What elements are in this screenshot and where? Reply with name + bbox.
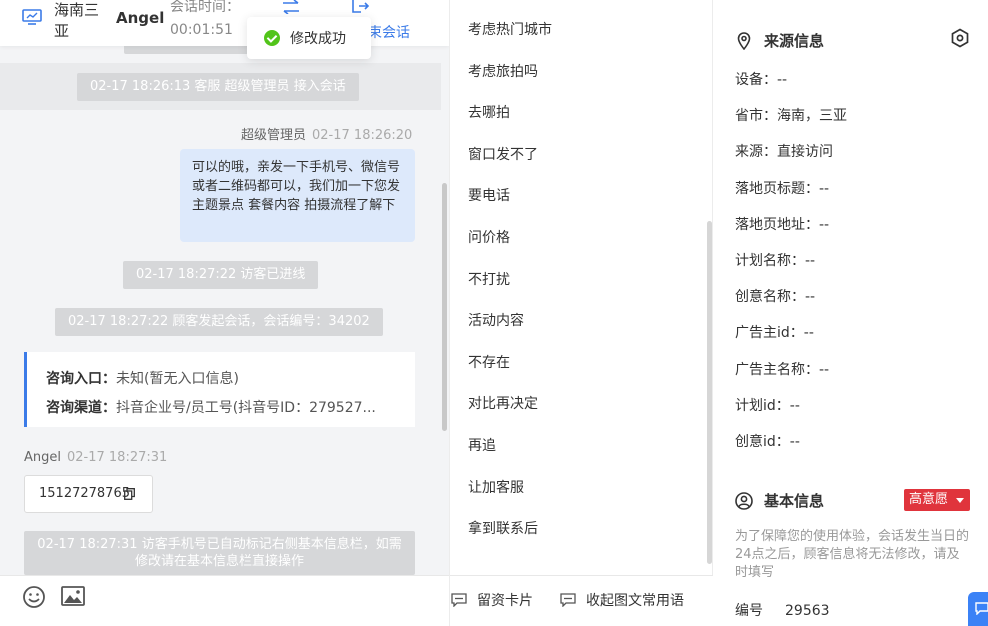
quick-reply-item[interactable]: 再追: [450, 426, 710, 468]
toast-text: 修改成功: [290, 31, 346, 47]
source-field-device: 设备：--: [735, 72, 788, 88]
source-field-advertiser-name: 广告主名称：--: [735, 361, 830, 378]
consult-entry-key: 咨询入口：: [46, 371, 116, 387]
agent-message-bubble: 可以的哦，亲发一下手机号、微信号或者二维码都可以，我们加一下您发主题景点 套餐内…: [180, 149, 415, 242]
basic-info-note: 为了保障您的使用体验，会话发生当日的24点之后，顾客信息将无法修改，请及时填写: [735, 529, 970, 580]
consult-channel-key: 咨询渠道：: [46, 400, 116, 416]
agent-name: 超级管理员: [241, 128, 307, 143]
lead-card-button[interactable]: 留资卡片: [451, 590, 533, 610]
floating-message-button[interactable]: [968, 592, 988, 626]
system-message: 02-17 18:26:13 客服 超级管理员 接入会话: [77, 73, 359, 101]
transfer-icon[interactable]: [281, 0, 301, 14]
customer-id-value: 29563: [785, 603, 830, 619]
source-field-landing-title: 落地页标题：--: [735, 180, 830, 197]
user-circle-icon: [735, 491, 753, 510]
check-circle-icon: [264, 30, 280, 46]
message-icon: [975, 602, 988, 615]
emoji-icon[interactable]: [22, 585, 46, 609]
visitor-phone-message: 15127278765: [24, 475, 153, 513]
lead-card-label: 留资卡片: [477, 593, 533, 609]
system-message: 02-17 18:27:31 访客手机号已自动标记右侧基本信息栏，如需修改请在基…: [24, 531, 415, 575]
end-session-button[interactable]: 束会话: [368, 22, 410, 42]
quick-reply-item[interactable]: 不打扰: [450, 260, 710, 302]
visitor-phone-number: 15127278765: [39, 486, 130, 501]
collapse-phrases-label: 收起图文常用语: [586, 593, 684, 609]
source-field-region: 省市：海南，三亚: [735, 108, 847, 125]
source-field-plan-name: 计划名称：--: [735, 252, 816, 269]
consult-entry-row: 咨询入口：未知(暂无入口信息): [46, 365, 396, 394]
system-message: 02-17 18:27:22 访客已进线: [123, 261, 319, 289]
settings-hex-icon[interactable]: [950, 28, 970, 48]
intent-level-dropdown[interactable]: 高意愿: [904, 489, 970, 511]
chat-pane: 海南三亚 Angel 会话时间： 00:01:51 束会话 02-17 18:2…: [0, 0, 449, 626]
source-info-title: 来源信息: [735, 30, 824, 51]
quick-reply-item[interactable]: 拿到联系后: [450, 509, 710, 551]
chat-header: 海南三亚 Angel 会话时间： 00:01:51 束会话: [0, 0, 449, 46]
source-field-creative-id: 创意id：--: [735, 433, 800, 450]
consult-channel-value: 抖音企业号/员工号(抖音号ID：279527...: [116, 400, 376, 416]
chat-toolbar: [0, 575, 449, 626]
agent-message-time: 02-17 18:26:20: [312, 128, 413, 143]
visitor-name: Angel: [116, 9, 165, 27]
source-field-landing-url: 落地页地址：--: [735, 216, 830, 233]
customer-info-pane: 来源信息 设备：-- 省市：海南，三亚 来源：直接访问 落地页标题：-- 落地页…: [713, 0, 988, 626]
quick-reply-item[interactable]: 活动内容: [450, 301, 710, 343]
agent-message-meta: 超级管理员 02-17 18:26:20: [241, 124, 412, 143]
chat-card-icon: [560, 593, 576, 607]
source-field-advertiser-id: 广告主id：--: [735, 325, 814, 342]
source-field-creative-name: 创意名称：--: [735, 289, 816, 306]
customer-id-label: 编号: [735, 603, 763, 619]
end-session-icon[interactable]: [352, 0, 370, 14]
source-info-title-text: 来源信息: [764, 32, 825, 50]
quick-reply-item[interactable]: 要电话: [450, 176, 710, 218]
chat-card-icon: [451, 593, 467, 607]
basic-info-title: 基本信息: [735, 490, 824, 511]
visitor-message-time: 02-17 18:27:31: [67, 450, 168, 465]
consult-info-card: 咨询入口：未知(暂无入口信息) 咨询渠道：抖音企业号/员工号(抖音号ID：279…: [24, 352, 415, 427]
quick-reply-list: 考虑热门城市 考虑旅拍吗 去哪拍 窗口发不了 要电话 问价格 不打扰 活动内容 …: [450, 10, 710, 551]
source-field-origin: 来源：直接访问: [735, 144, 833, 161]
visitor-message-name: Angel: [24, 450, 61, 465]
quick-reply-item[interactable]: 窗口发不了: [450, 135, 710, 177]
quick-reply-pane: 考虑热门城市 考虑旅拍吗 去哪拍 窗口发不了 要电话 问价格 不打扰 活动内容 …: [449, 0, 713, 626]
monitor-icon: [22, 9, 42, 25]
quick-reply-item[interactable]: 让加客服: [450, 468, 710, 510]
chat-scrollbar[interactable]: [442, 183, 447, 431]
session-time-value: 00:01:51: [170, 22, 233, 38]
consult-channel-row: 咨询渠道：抖音企业号/员工号(抖音号ID：279527...: [46, 394, 396, 423]
consult-entry-value: 未知(暂无入口信息): [116, 371, 239, 387]
quick-reply-item[interactable]: 问价格: [450, 218, 710, 260]
quick-reply-item[interactable]: 考虑热门城市: [450, 10, 710, 52]
image-icon[interactable]: [61, 586, 85, 606]
basic-info-title-text: 基本信息: [764, 492, 825, 510]
quick-reply-scrollbar[interactable]: [707, 221, 712, 564]
quick-reply-item[interactable]: 考虑旅拍吗: [450, 52, 710, 94]
visitor-message-meta: Angel 02-17 18:27:31: [24, 450, 167, 465]
quick-reply-item[interactable]: 对比再决定: [450, 384, 710, 426]
copy-icon[interactable]: [124, 488, 135, 500]
quick-reply-item[interactable]: 不存在: [450, 343, 710, 385]
quick-reply-item[interactable]: 去哪拍: [450, 93, 710, 135]
session-time-label: 会话时间：: [170, 0, 240, 15]
visitor-location: 海南三亚: [54, 1, 100, 40]
system-message: 02-17 18:27:22 顾客发起会话，会话编号：34202: [55, 308, 383, 336]
source-field-plan-id: 计划id：--: [735, 397, 800, 414]
quick-reply-footer: 留资卡片 收起图文常用语: [450, 575, 713, 626]
source-info-fields: 设备：-- 省市：海南，三亚 来源：直接访问 落地页标题：-- 落地页地址：--…: [735, 62, 975, 460]
location-pin-icon: [737, 31, 751, 50]
success-toast: 修改成功: [247, 17, 371, 59]
collapse-phrases-button[interactable]: 收起图文常用语: [560, 590, 684, 610]
customer-id-row: 编号 29563: [735, 600, 830, 620]
